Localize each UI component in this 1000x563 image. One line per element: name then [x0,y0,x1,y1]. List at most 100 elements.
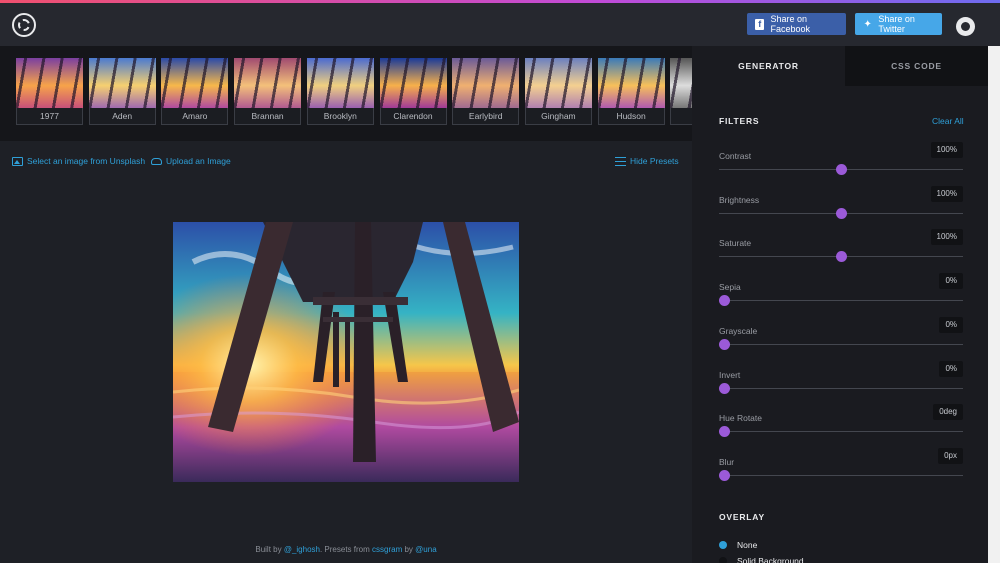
preset-thumbnail [524,58,592,108]
filters-heading: FILTERS [719,116,760,126]
footer-presets-from: . Presets from [319,545,370,554]
slider-thumb[interactable] [719,382,730,394]
preset-brannan[interactable]: Brannan [234,58,302,125]
slider-thumb[interactable] [719,469,730,481]
radio-icon [719,541,727,549]
aperture-logo-icon[interactable] [12,13,36,37]
preset-thumbnail [16,58,83,108]
image-icon [12,156,23,166]
filter-saturate: Saturate 100% [719,229,963,269]
filter-label: Blur [719,456,735,467]
slider-track[interactable] [719,343,963,345]
filter-hue-rotate: Hue Rotate 0deg [719,404,963,444]
filter-label: Grayscale [719,325,758,336]
preset-earlybird[interactable]: Earlybird [452,58,520,125]
preset-brooklyn[interactable]: Brooklyn [306,58,374,125]
preset-thumbnail [161,58,229,108]
upload-label: Upload an Image [166,156,231,166]
share-facebook-button[interactable]: f Share on Facebook [747,13,846,35]
filter-label: Contrast [719,151,752,161]
unsplash-link[interactable]: Select an image from Unsplash [12,156,145,166]
filter-value[interactable]: 100% [930,229,963,246]
preset-thumbnail [234,58,302,108]
preset-thumbnail [452,58,520,108]
overlay-option-none[interactable]: None [719,540,757,550]
filter-value[interactable]: 0deg [933,404,963,421]
slider-thumb[interactable] [835,207,847,219]
filter-value[interactable]: 0% [939,316,963,333]
preset-clarendon[interactable]: Clarendon [379,58,447,125]
preset-label: 1977 [16,108,83,125]
preset-label: Hudson [597,108,665,125]
image-toolbar: Select an image from Unsplash Upload an … [12,156,680,172]
filter-invert: Invert 0% [719,360,963,401]
preset-gingham[interactable]: Gingham [524,58,592,125]
footer-cssgram-link[interactable]: cssgram [372,545,402,554]
clear-all-button[interactable]: Clear All [932,116,964,126]
footer-built-by: Built by [255,545,282,554]
overlay-heading: OVERLAY [719,512,765,522]
preset-strip: 1977 Aden Amaro Brannan Brooklyn Clarendon Ear… [0,46,692,141]
share-twitter-button[interactable]: ✦ Share on Twitter [855,13,942,35]
share-facebook-label: Share on Facebook [770,14,810,34]
filter-label: Hue Rotate [719,413,762,424]
preset-label: Earlybird [452,108,520,125]
unsplash-label: Select an image from Unsplash [27,156,146,166]
overlay-option-label: None [737,540,758,550]
preset-aden[interactable]: Aden [88,58,156,125]
preset-1977[interactable]: 1977 [16,58,83,125]
tab-generator[interactable]: GENERATOR [692,46,845,86]
slider-track[interactable] [719,431,963,433]
tab-css-code[interactable]: CSS CODE [845,46,988,86]
filter-value[interactable]: 0px [938,447,963,464]
preset-thumbnail [88,58,156,108]
preset-thumbnail [379,58,447,108]
scrollbar[interactable] [988,46,1000,563]
preset-partial[interactable] [670,58,692,125]
filter-sepia: Sepia 0% [719,273,963,313]
app-header: f Share on Facebook ✦ Share on Twitter [0,3,1000,46]
slider-thumb[interactable] [719,426,730,438]
filter-value[interactable]: 0% [939,273,963,290]
filter-contrast: Contrast 100% [719,142,963,182]
preset-hudson[interactable]: Hudson [597,58,665,125]
slider-thumb[interactable] [835,251,847,263]
slider-thumb[interactable] [719,338,730,350]
filter-value[interactable]: 100% [930,185,963,202]
filter-value[interactable]: 100% [930,142,963,158]
slider-thumb[interactable] [835,164,847,175]
github-icon[interactable] [956,17,975,36]
slider-track[interactable] [719,300,963,302]
overlay-option-solid-background[interactable]: Solid Background [719,556,804,563]
upload-link[interactable]: Upload an Image [151,156,231,166]
slider-thumb[interactable] [719,295,730,307]
preset-label: Brooklyn [306,108,374,125]
slider-track[interactable] [719,387,963,389]
cloud-upload-icon [151,157,162,165]
hide-presets-link[interactable]: Hide Presets [615,156,679,166]
preset-label: Clarendon [379,108,447,125]
filter-blur: Blur 0px [719,447,963,488]
preset-label [670,108,692,125]
footer-author-link[interactable]: @_ighosh [284,545,320,554]
preset-label: Gingham [524,108,592,125]
sliders-icon [615,156,626,166]
footer-una-link[interactable]: @una [415,545,436,554]
filter-grayscale: Grayscale 0% [719,316,963,357]
slider-track[interactable] [719,474,963,476]
facebook-icon: f [755,18,765,30]
filter-label: Sepia [719,282,741,293]
share-twitter-label: Share on Twitter [878,14,915,34]
filter-brightness: Brightness 100% [719,185,963,226]
preset-label: Amaro [161,108,229,125]
filter-label: Saturate [719,238,752,249]
panel-tabs: GENERATOR CSS CODE [692,46,988,86]
preset-amaro[interactable]: Amaro [161,58,229,125]
settings-panel: GENERATOR CSS CODE FILTERS Clear All Con… [692,46,988,563]
radio-icon [719,557,727,563]
preview-image [173,222,519,482]
twitter-icon: ✦ [863,18,872,30]
hide-presets-label: Hide Presets [630,156,679,166]
filter-value[interactable]: 0% [939,360,963,377]
preset-thumbnail [670,58,692,108]
